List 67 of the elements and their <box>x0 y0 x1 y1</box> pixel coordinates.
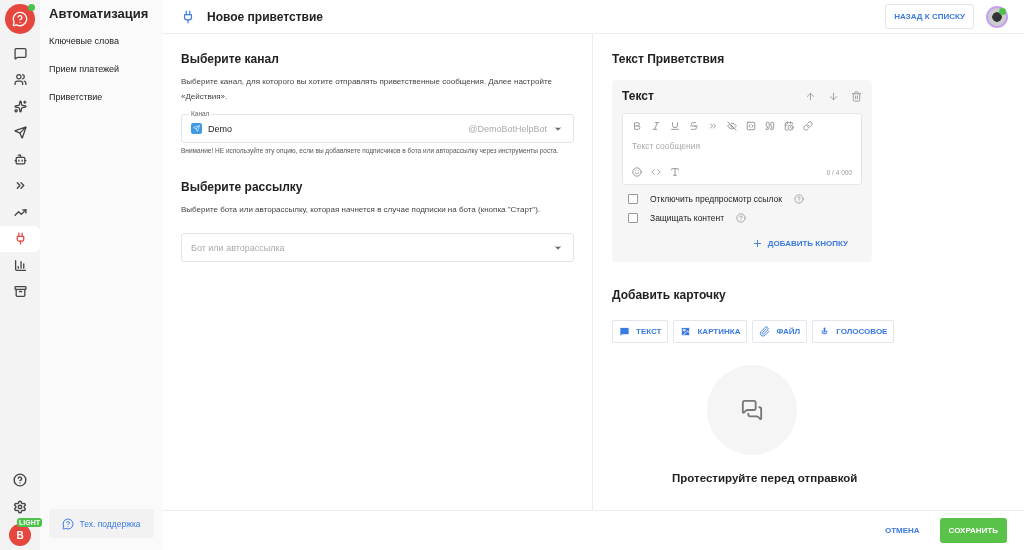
plug-icon <box>181 9 195 24</box>
support-button[interactable]: Тех. поддержка <box>49 509 154 538</box>
sidebar-title: Автоматизация <box>49 6 150 21</box>
bot-handle: @DemoBotHelpBot <box>468 123 547 134</box>
calendar-icon[interactable] <box>784 121 794 131</box>
section-description: Выберите канал, для которого вы хотите отправлять приветственные сообщения. Далее настройте «Действия». <box>181 76 553 103</box>
card-type-button[interactable]: КАРТИНКА <box>673 320 748 343</box>
robot-avatar[interactable] <box>986 5 1008 28</box>
card-type-button[interactable]: ГОЛОСОВОЕ <box>812 320 895 343</box>
text-format-icon[interactable] <box>670 167 680 177</box>
italic-icon[interactable] <box>651 121 661 131</box>
help-icon[interactable] <box>13 473 27 488</box>
users-icon <box>13 73 27 87</box>
message-icon <box>619 326 630 337</box>
option-label: Отключить предпросмотр ссылок <box>650 194 782 204</box>
test-title: Протестируйте перед отправкой <box>672 472 859 484</box>
section-title: Добавить карточку <box>612 288 727 302</box>
message-placeholder: Текст сообщения <box>632 141 702 153</box>
section-title: Выберите канал <box>181 52 280 66</box>
send-icon <box>13 126 27 140</box>
card-type-button[interactable]: ТЕКСТ <box>612 320 669 343</box>
move-down-icon[interactable] <box>828 90 839 102</box>
option-label: Защищать контент <box>650 213 725 223</box>
delete-icon[interactable] <box>851 90 862 102</box>
checkbox[interactable] <box>628 194 638 204</box>
back-button[interactable]: НАЗАД К СПИСКУ <box>885 4 974 29</box>
telegram-icon <box>191 123 202 134</box>
microphone-icon <box>819 326 831 337</box>
sidebar-item[interactable]: Приветствие <box>49 92 163 102</box>
sparkles-icon <box>13 99 27 113</box>
section-description: Выберите бота или авторассылку, которая начнется в случае подписки на бота (кнопка "Старт"). <box>181 204 542 216</box>
select-placeholder: Бот или авторассылка <box>191 242 286 253</box>
plus-icon <box>751 238 763 249</box>
underline-icon[interactable] <box>670 121 680 131</box>
paperclip-icon <box>759 326 771 337</box>
checkbox[interactable] <box>628 213 638 223</box>
channel-name: Demo <box>208 123 232 134</box>
sidebar-item[interactable]: Прием платежей <box>49 64 163 74</box>
link-icon[interactable] <box>803 121 813 131</box>
image-icon <box>680 326 692 337</box>
page-title: Новое приветствие <box>207 9 324 24</box>
strikethrough-icon[interactable] <box>689 121 699 131</box>
messages-icon <box>741 399 763 421</box>
bold-icon[interactable] <box>632 121 642 131</box>
app-logo[interactable] <box>5 4 35 34</box>
section-title: Выберите рассылку <box>181 180 304 194</box>
code-icon[interactable] <box>651 167 661 177</box>
cancel-button[interactable]: ОТМЕНА <box>878 525 926 536</box>
save-button[interactable]: СОХРАНИТЬ <box>939 518 1007 543</box>
user-avatar[interactable]: B <box>9 524 31 546</box>
bar-chart-icon <box>13 258 27 272</box>
archive-icon <box>13 285 27 299</box>
support-icon <box>62 517 75 530</box>
sidebar-item[interactable]: Ключевые слова <box>49 36 163 46</box>
chat-icon <box>13 46 27 60</box>
quote-icon[interactable] <box>765 121 775 131</box>
emoji-icon[interactable] <box>632 167 642 177</box>
eye-off-icon[interactable] <box>727 121 737 131</box>
add-button[interactable]: ДОБАВИТЬ КНОПКУ <box>745 237 854 250</box>
settings-icon[interactable] <box>13 499 27 514</box>
support-label: Тех. поддержка <box>79 518 141 529</box>
bot-icon <box>13 152 27 166</box>
move-up-icon[interactable] <box>805 90 816 102</box>
mailing-select[interactable]: Бот или авторассылка <box>181 233 574 262</box>
section-title: Текст Приветствия <box>612 52 726 66</box>
card-title: Текст <box>622 89 655 103</box>
card-type-button[interactable]: ФАЙЛ <box>752 320 808 343</box>
